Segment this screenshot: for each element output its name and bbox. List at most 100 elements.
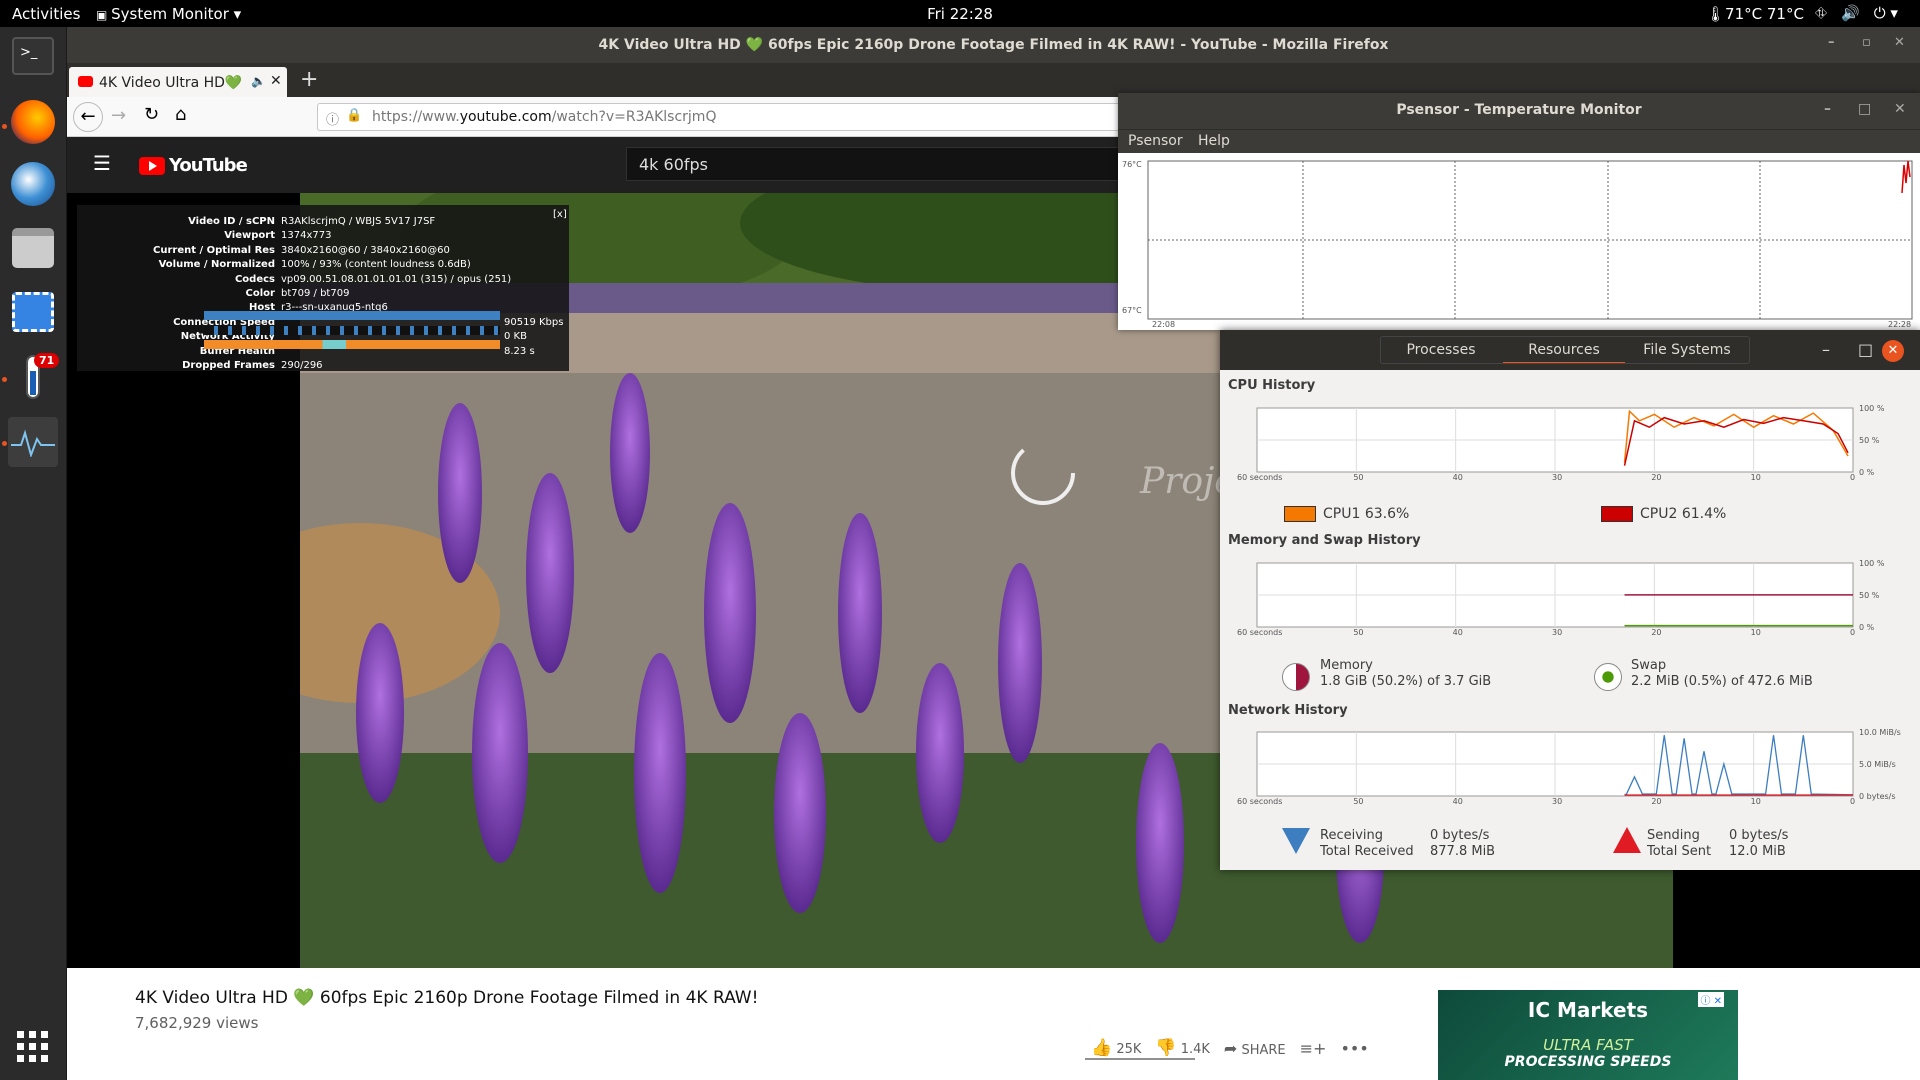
x-tick-label: 30 bbox=[1552, 473, 1562, 480]
sysmon-minimize-button[interactable]: – bbox=[1822, 340, 1830, 359]
total-sent-label: Total Sent bbox=[1647, 844, 1712, 859]
stats-value: 0 KB bbox=[504, 331, 527, 343]
sysmon-maximize-button[interactable]: □ bbox=[1858, 340, 1873, 359]
stats-row: Video ID / sCPN R3AKlscrjmQ / WBJS 5V17 J… bbox=[77, 216, 569, 228]
cpu1-label: CPU1 63.6% bbox=[1323, 506, 1410, 522]
home-button[interactable]: ⌂ bbox=[175, 104, 186, 125]
terminal-icon[interactable]: >_ bbox=[8, 31, 58, 81]
memory-pie-icon[interactable] bbox=[1282, 663, 1310, 691]
stats-row: Dropped Frames 290/296 bbox=[77, 360, 569, 372]
tab-youtube[interactable]: 4K Video Ultra HD💚 🔈 ✕ bbox=[69, 67, 287, 97]
swap-pie-icon[interactable] bbox=[1594, 663, 1622, 691]
x-tick-label: 40 bbox=[1453, 473, 1463, 480]
clock[interactable]: Fri 22:28 bbox=[927, 5, 993, 23]
y-tick-label: 50 % bbox=[1859, 436, 1880, 445]
y-tick-label: 10.0 MiB/s bbox=[1859, 728, 1901, 737]
minimize-button[interactable]: – bbox=[1828, 35, 1835, 50]
x-tick-label: 0 bbox=[1850, 797, 1855, 804]
thunderbird-icon[interactable] bbox=[8, 159, 58, 209]
psensor-minimize-button[interactable]: – bbox=[1824, 101, 1831, 117]
stats-row: Viewport 1374x773 bbox=[77, 230, 569, 242]
memory-history-graph: 60 seconds 50 40 30 20 10 0 100 % 50 % 0 % bbox=[1237, 559, 1885, 635]
stats-row: Codecs vp09.00.51.08.01.01.01.01 (315) / … bbox=[77, 274, 569, 286]
search-input[interactable]: 4k 60fps bbox=[626, 147, 1186, 181]
stats-row: Current / Optimal Res 3840x2160@60 / 3840… bbox=[77, 245, 569, 257]
show-apps-icon[interactable] bbox=[8, 1022, 58, 1072]
close-button[interactable]: ✕ bbox=[1894, 35, 1905, 50]
reload-button[interactable]: ↻ bbox=[144, 104, 159, 125]
psensor-menu-bar: Psensor Help bbox=[1118, 129, 1920, 153]
firefox-title-bar[interactable]: 4K Video Ultra HD 💚 60fps Epic 2160p Dro… bbox=[67, 27, 1920, 63]
network-icon[interactable]: ⛗ bbox=[1815, 4, 1827, 22]
sysmon-close-button[interactable]: ✕ bbox=[1882, 340, 1904, 362]
monitor-icon: ▣ bbox=[96, 8, 112, 22]
audio-icon[interactable]: 🔈 bbox=[251, 74, 266, 88]
network-history-title: Network History bbox=[1228, 703, 1348, 718]
activities-button[interactable]: Activities bbox=[12, 5, 80, 23]
stats-value: 290/296 bbox=[281, 360, 323, 371]
maximize-button[interactable]: ▫ bbox=[1862, 35, 1871, 50]
receiving-arrow-icon[interactable] bbox=[1282, 828, 1310, 854]
info-icon[interactable]: ⓘ bbox=[326, 109, 339, 128]
x-tick-label: 10 bbox=[1751, 797, 1761, 804]
tab-close-icon[interactable]: ✕ bbox=[270, 73, 282, 89]
sending-arrow-icon[interactable] bbox=[1613, 827, 1641, 853]
menu-psensor[interactable]: Psensor bbox=[1128, 133, 1183, 149]
stats-value: bt709 / bt709 bbox=[281, 288, 350, 299]
memory-history-title: Memory and Swap History bbox=[1228, 533, 1421, 548]
stats-key: Codecs bbox=[234, 273, 275, 285]
volume-icon[interactable]: 🔊 bbox=[1841, 4, 1860, 22]
temperature-graph: 76°C 67°C 22:08 22:28 bbox=[1122, 160, 1913, 329]
cpu2-color-swatch[interactable] bbox=[1601, 506, 1633, 522]
psensor-title-bar[interactable]: Psensor - Temperature Monitor – □ ✕ bbox=[1118, 93, 1920, 129]
sending-rate: 0 bytes/s bbox=[1729, 828, 1789, 843]
ad-info-icon[interactable]: ⓘ ✕ bbox=[1698, 992, 1724, 1007]
thumbs-down-icon: 👎 bbox=[1155, 1038, 1177, 1058]
stats-value: 100% / 93% (content loudness 0.6dB) bbox=[281, 259, 471, 271]
share-icon: ➦ bbox=[1223, 1038, 1238, 1058]
tab-file-systems[interactable]: File Systems bbox=[1626, 336, 1748, 364]
add-to-playlist-icon[interactable]: ≡+ bbox=[1300, 1039, 1327, 1058]
temperature-indicator[interactable]: 🌡71°C 71°C bbox=[1706, 5, 1804, 23]
ad-headline: ULTRA FAST bbox=[1543, 1036, 1633, 1054]
power-icon[interactable]: ⏻ ▾ bbox=[1874, 4, 1898, 22]
sending-label: Sending bbox=[1647, 828, 1700, 843]
dislike-button[interactable]: 👎 1.4K bbox=[1155, 1038, 1210, 1058]
video-title: 4K Video Ultra HD 💚 60fps Epic 2160p Dro… bbox=[135, 988, 759, 1008]
cpu-history-graph: 60 seconds 50 40 30 20 10 0 100 % 50 % 0 % bbox=[1237, 404, 1885, 480]
system-monitor-icon[interactable] bbox=[8, 417, 58, 467]
temp-axis-bottom: 67°C bbox=[1122, 306, 1142, 315]
new-tab-button[interactable]: + bbox=[300, 67, 318, 92]
total-received-label: Total Received bbox=[1320, 844, 1414, 859]
x-tick-label: 10 bbox=[1751, 473, 1761, 480]
psensor-maximize-button[interactable]: □ bbox=[1858, 101, 1871, 117]
psensor-close-button[interactable]: ✕ bbox=[1894, 101, 1906, 117]
x-tick-label: 50 bbox=[1353, 473, 1363, 480]
youtube-logo[interactable]: YouTube bbox=[139, 155, 248, 176]
firefox-icon[interactable] bbox=[8, 97, 58, 147]
running-indicator bbox=[2, 441, 7, 446]
video-info: 4K Video Ultra HD 💚 60fps Epic 2160p Dro… bbox=[67, 968, 1920, 1080]
app-menu[interactable]: ▣ System Monitor ▾ bbox=[96, 5, 241, 23]
like-button[interactable]: 👍 25K bbox=[1091, 1038, 1141, 1058]
stats-value: 1374x773 bbox=[281, 230, 332, 242]
advertisement[interactable]: IC Markets ULTRA FAST PROCESSING SPEEDS … bbox=[1438, 990, 1738, 1080]
more-icon[interactable]: ••• bbox=[1340, 1039, 1368, 1058]
back-button[interactable]: ← bbox=[73, 102, 103, 132]
menu-help[interactable]: Help bbox=[1198, 133, 1230, 149]
x-tick-label: 20 bbox=[1651, 628, 1661, 635]
tab-processes[interactable]: Processes bbox=[1380, 336, 1502, 364]
buffer-health-graph bbox=[204, 340, 500, 349]
x-tick-label: 30 bbox=[1552, 797, 1562, 804]
cpu1-color-swatch[interactable] bbox=[1284, 506, 1316, 522]
tab-resources[interactable]: Resources bbox=[1503, 336, 1625, 364]
forward-button[interactable]: → bbox=[111, 105, 126, 126]
system-monitor-header[interactable]: Processes Resources File Systems – □ ✕ bbox=[1220, 330, 1920, 370]
share-button[interactable]: ➦ SHARE bbox=[1224, 1039, 1286, 1058]
stats-close-button[interactable]: [x] bbox=[553, 209, 567, 220]
screenshot-icon[interactable] bbox=[8, 287, 58, 337]
dock: >_ 71 bbox=[0, 27, 67, 1080]
menu-icon[interactable]: ☰ bbox=[93, 151, 111, 175]
files-icon[interactable] bbox=[8, 223, 58, 273]
memory-value: 1.8 GiB (50.2%) of 3.7 GiB bbox=[1320, 674, 1492, 689]
